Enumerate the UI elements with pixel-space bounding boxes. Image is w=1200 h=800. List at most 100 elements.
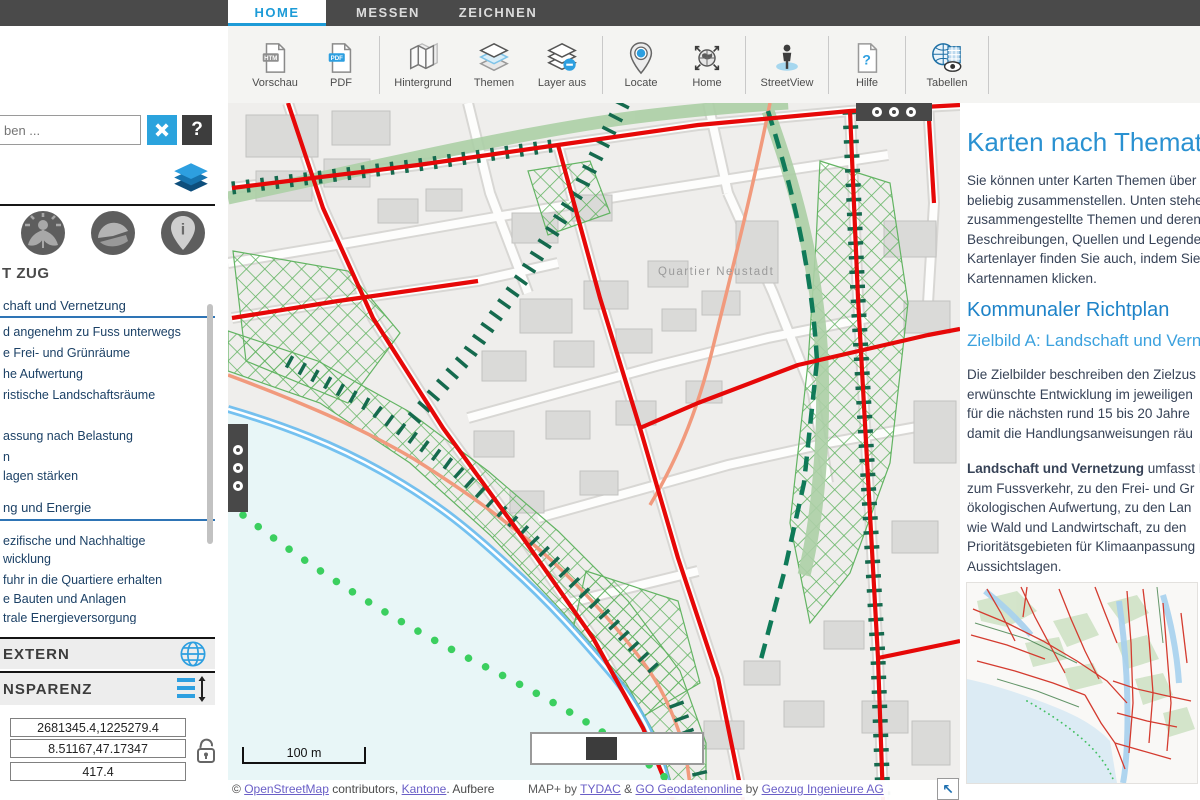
- lock-open-icon[interactable]: [194, 737, 218, 765]
- info-pin-logo-icon[interactable]: i: [160, 210, 206, 256]
- tables-globe-icon: [930, 41, 964, 75]
- search-help-button[interactable]: ?: [182, 115, 212, 145]
- layer-item[interactable]: e Frei- und Grünräume: [3, 346, 130, 360]
- layer-list: chaft und Vernetzung d angenehm zu Fuss …: [0, 290, 220, 624]
- attribution-bar: © OpenStreetMap contributors, Kantone. A…: [228, 780, 960, 800]
- pdf-button[interactable]: PDF PDF: [308, 41, 374, 89]
- kantone-link[interactable]: Kantone: [402, 782, 447, 796]
- para-line: damit die Handlungsanweisungen räu: [967, 424, 1193, 444]
- toolbar-separator: [988, 36, 989, 94]
- tab-zeichnen[interactable]: ZEICHNEN: [440, 0, 556, 26]
- locate-button[interactable]: Locate: [608, 41, 674, 89]
- streetview-button[interactable]: StreetView: [751, 41, 823, 89]
- attr-suffix: . Aufbere: [446, 782, 494, 796]
- coord-lonlat-field[interactable]: [10, 739, 186, 758]
- elevation-field[interactable]: [10, 762, 186, 781]
- intro-line: beliebig zusammenstellen. Unten stehe: [967, 191, 1200, 211]
- htm-badge-text: HTM: [264, 54, 277, 61]
- section-landschaft[interactable]: chaft und Vernetzung: [3, 298, 126, 313]
- layer-item[interactable]: ristische Landschaftsräume: [3, 388, 155, 402]
- attr-mid: contributors,: [329, 782, 402, 796]
- pdf-badge-text: PDF: [331, 54, 344, 61]
- top-tab-bar: HOME MESSEN ZEICHNEN: [0, 0, 1200, 26]
- zielbild-thumbnail-map[interactable]: [966, 582, 1198, 784]
- nature-logo-icon[interactable]: [20, 210, 66, 256]
- tab-home[interactable]: HOME: [228, 0, 326, 26]
- home-globe-icon: [690, 41, 724, 75]
- sidebar-scrollbar[interactable]: [207, 304, 213, 544]
- ribbon-toolbar: HTM Vorschau PDF PDF Hintergrund: [228, 26, 1200, 103]
- layer-item[interactable]: he Aufwertung: [3, 367, 83, 381]
- overview-map[interactable]: [530, 732, 704, 765]
- panel-drag-handle-top[interactable]: [856, 103, 932, 121]
- toolbar-separator: [745, 36, 746, 94]
- extern-bar[interactable]: EXTERN: [0, 637, 215, 669]
- streetview-label: StreetView: [761, 77, 814, 89]
- layers-icon: [477, 41, 511, 75]
- panel-drag-handle-left[interactable]: [228, 424, 248, 512]
- para-line: zum Fussverkehr, zu den Frei- und Gr: [967, 479, 1194, 499]
- clear-x-icon: [153, 119, 171, 141]
- tydac-link[interactable]: TYDAC: [580, 782, 621, 796]
- layer-aus-button[interactable]: Layer aus: [527, 41, 597, 89]
- layer-item[interactable]: wicklung: [3, 552, 51, 566]
- background-map-icon: [406, 41, 440, 75]
- handle-dot: [889, 107, 899, 117]
- north-west-arrow-button[interactable]: ↖: [937, 778, 959, 800]
- hilfe-button[interactable]: ? Hilfe: [834, 41, 900, 89]
- mapplus-attribution: MAP+ by TYDAC & GO Geodatenonline by Geo…: [524, 781, 888, 797]
- layer-item[interactable]: assung nach Belastung: [3, 429, 133, 443]
- geodatenonline-link[interactable]: GO Geodatenonline: [635, 782, 742, 796]
- tabellen-button[interactable]: Tabellen: [911, 41, 983, 89]
- clear-search-button[interactable]: [147, 115, 177, 145]
- layer-item[interactable]: ezifische und Nachhaltige: [3, 534, 145, 548]
- info-panel: Karten nach Themat Sie können unter Kart…: [960, 103, 1200, 800]
- transparenz-bar[interactable]: NSPARENZ: [0, 671, 215, 705]
- layer-item[interactable]: n: [3, 450, 10, 464]
- themen-button[interactable]: Themen: [461, 41, 527, 89]
- tabellen-label: Tabellen: [927, 77, 968, 89]
- hintergrund-button[interactable]: Hintergrund: [385, 41, 461, 89]
- section-energie[interactable]: ng und Energie: [3, 500, 91, 515]
- layers-stack-icon[interactable]: [170, 160, 212, 196]
- search-input[interactable]: [0, 115, 141, 145]
- osm-link[interactable]: OpenStreetMap: [244, 782, 329, 796]
- map-viewport[interactable]: Quartier Neustadt Vo 100 m © OpenStreetM…: [228, 103, 960, 800]
- transparenz-label: NSPARENZ: [3, 681, 177, 698]
- coord-xy-field[interactable]: [10, 718, 186, 737]
- transparency-icon[interactable]: [177, 676, 207, 702]
- handle-dot: [233, 445, 243, 455]
- chart-logo-icon[interactable]: [90, 210, 136, 256]
- attr-prefix: MAP+ by: [528, 782, 580, 796]
- layer-item[interactable]: trale Energieversorgung: [3, 611, 136, 624]
- lead-rest: umfasst F: [1144, 461, 1200, 476]
- attr-amp: &: [621, 782, 636, 796]
- para-line: Prioritätsgebieten für Klimaanpassung: [967, 537, 1195, 557]
- plan-title: T ZUG: [2, 265, 50, 282]
- intro-line: Kartennamen klicken.: [967, 269, 1097, 289]
- zielbild-subheading[interactable]: Zielbild A: Landschaft und Verne: [967, 331, 1200, 351]
- htm-file-icon: HTM: [258, 41, 292, 75]
- globe-icon[interactable]: [179, 640, 207, 668]
- layer-item[interactable]: d angenehm zu Fuss unterwegs: [3, 325, 181, 339]
- toolbar-separator: [602, 36, 603, 94]
- layer-item[interactable]: e Bauten und Anlagen: [3, 592, 126, 606]
- overview-extent-box[interactable]: [586, 737, 617, 760]
- bold-lead: Landschaft und Vernetzung: [967, 461, 1144, 476]
- intro-line: zusammengestellte Themen und deren: [967, 210, 1200, 230]
- help-doc-icon: ?: [850, 41, 884, 75]
- para-line: ökologischen Aufwertung, zu den Lan: [967, 498, 1191, 518]
- vorschau-button[interactable]: HTM Vorschau: [242, 41, 308, 89]
- tab-messen[interactable]: MESSEN: [340, 0, 436, 26]
- layer-item[interactable]: lagen stärken: [3, 469, 78, 483]
- map-canvas[interactable]: Quartier Neustadt Vo: [228, 103, 960, 800]
- panel-title: Karten nach Themat: [967, 127, 1200, 158]
- scale-bar: 100 m: [242, 747, 366, 764]
- layer-item[interactable]: fuhr in die Quartiere erhalten: [3, 573, 162, 587]
- home-button[interactable]: Home: [674, 41, 740, 89]
- home-label: Home: [692, 77, 721, 89]
- toolbar-separator: [379, 36, 380, 94]
- hilfe-label: Hilfe: [856, 77, 878, 89]
- intro-line: Sie können unter Karten Themen über: [967, 171, 1196, 191]
- geozug-link[interactable]: Geozug Ingenieure AG: [762, 782, 884, 796]
